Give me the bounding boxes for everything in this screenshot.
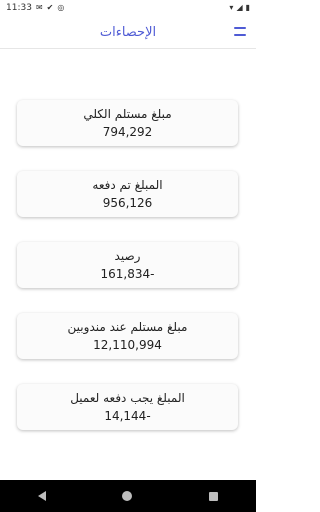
stat-card-total-received: مبلغ مستلم الكلي 794,292	[17, 100, 238, 146]
stat-card-value: 14,144-	[104, 409, 151, 423]
stat-card-received-by-agents: مبلغ مستلم عند مندوبين 12,110,994	[17, 313, 238, 359]
home-icon[interactable]	[122, 491, 133, 501]
system-nav-bar	[0, 480, 256, 512]
stat-card-balance: رصيد 161,834-	[17, 242, 238, 288]
stats-list: مبلغ مستلم الكلي 794,292 المبلغ تم دفعه …	[0, 0, 256, 512]
stat-card-label: مبلغ مستلم الكلي	[83, 107, 172, 121]
stat-card-label: رصيد	[114, 249, 141, 263]
recents-icon[interactable]	[208, 491, 218, 501]
stat-card-due-to-client: المبلغ يجب دفعه لعميل 14,144-	[17, 384, 238, 430]
stat-card-label: المبلغ تم دفعه	[92, 178, 163, 192]
stat-card-value: 12,110,994	[93, 338, 162, 352]
back-icon[interactable]	[38, 491, 47, 501]
stat-card-amount-paid: المبلغ تم دفعه 956,126	[17, 171, 238, 217]
stat-card-value: 794,292	[102, 125, 153, 139]
stat-card-label: مبلغ مستلم عند مندوبين	[67, 320, 188, 334]
stat-card-value: 956,126	[102, 196, 153, 210]
stat-card-value: 161,834-	[100, 267, 155, 281]
stat-card-label: المبلغ يجب دفعه لعميل	[70, 391, 185, 405]
